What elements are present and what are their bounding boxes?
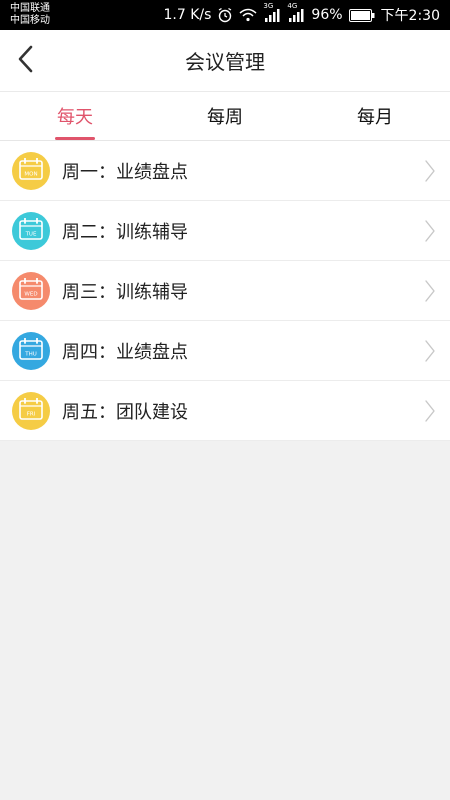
carrier-info: 中国联通 中国移动	[10, 3, 50, 27]
calendar-day-label: THU	[24, 351, 37, 357]
calendar-icon: TUE	[19, 217, 43, 244]
network-3g-label: 3G	[263, 2, 274, 10]
signal-3g-icon: 3G	[263, 2, 281, 22]
meeting-list: MON 周一：业绩盘点 TUE 周二：训练辅导 WED 周三：训练辅导 THU …	[0, 141, 450, 441]
meeting-title: 周五：团队建设	[62, 401, 188, 423]
meeting-title: 周四：业绩盘点	[62, 341, 188, 363]
tab-weekly-label: 每周	[207, 107, 243, 128]
chevron-right-icon	[424, 219, 436, 243]
calendar-icon: MON	[19, 157, 43, 184]
calendar-day-label: FRI	[27, 411, 36, 417]
calendar-badge: WED	[12, 271, 50, 310]
calendar-icon: FRI	[19, 397, 43, 424]
chevron-right-icon	[424, 159, 436, 183]
period-tabs: 每天 每周 每月	[0, 92, 450, 141]
app-header: 会议管理	[0, 30, 450, 92]
meeting-title: 周二：训练辅导	[62, 221, 188, 243]
calendar-icon: WED	[19, 277, 43, 304]
tab-weekly[interactable]: 每周	[150, 92, 300, 140]
calendar-day-label: WED	[24, 291, 37, 297]
alarm-icon	[217, 7, 233, 23]
calendar-badge: FRI	[12, 391, 50, 430]
status-bar: 中国联通 中国移动 1.7 K/s 3G 4G 96% 下午2:30	[0, 0, 450, 30]
calendar-badge: TUE	[12, 211, 50, 250]
page-title: 会议管理	[185, 50, 265, 74]
battery-icon	[348, 8, 375, 22]
meeting-title: 周一：业绩盘点	[62, 161, 188, 183]
meeting-list-item-5[interactable]: FRI 周五：团队建设	[0, 381, 450, 441]
calendar-badge: THU	[12, 331, 50, 370]
chevron-right-icon	[424, 339, 436, 363]
calendar-badge: MON	[12, 151, 50, 190]
meeting-title: 周三：训练辅导	[62, 281, 188, 303]
tab-monthly[interactable]: 每月	[300, 92, 450, 140]
calendar-icon: THU	[19, 337, 43, 364]
clock: 下午2:30	[380, 8, 440, 24]
chevron-left-icon	[16, 44, 34, 78]
carrier-primary: 中国联通	[10, 3, 50, 14]
network-4g-label: 4G	[287, 2, 298, 10]
back-button[interactable]	[10, 44, 40, 78]
network-speed: 1.7 K/s	[163, 7, 212, 23]
tab-monthly-label: 每月	[357, 107, 393, 128]
meeting-list-item-4[interactable]: THU 周四：业绩盘点	[0, 321, 450, 381]
calendar-day-label: MON	[24, 171, 37, 177]
status-indicators: 1.7 K/s 3G 4G 96% 下午2:30	[163, 2, 440, 25]
carrier-secondary: 中国移动	[10, 15, 50, 26]
battery-percent: 96%	[311, 7, 343, 23]
meeting-list-item-3[interactable]: WED 周三：训练辅导	[0, 261, 450, 321]
chevron-right-icon	[424, 279, 436, 303]
tab-daily[interactable]: 每天	[0, 92, 150, 140]
tab-daily-label: 每天	[57, 107, 93, 128]
chevron-right-icon	[424, 399, 436, 423]
calendar-day-label: TUE	[25, 231, 37, 237]
meeting-list-item-2[interactable]: TUE 周二：训练辅导	[0, 201, 450, 261]
signal-4g-icon: 4G	[287, 2, 305, 22]
wifi-icon	[239, 8, 257, 22]
meeting-list-item-1[interactable]: MON 周一：业绩盘点	[0, 141, 450, 201]
